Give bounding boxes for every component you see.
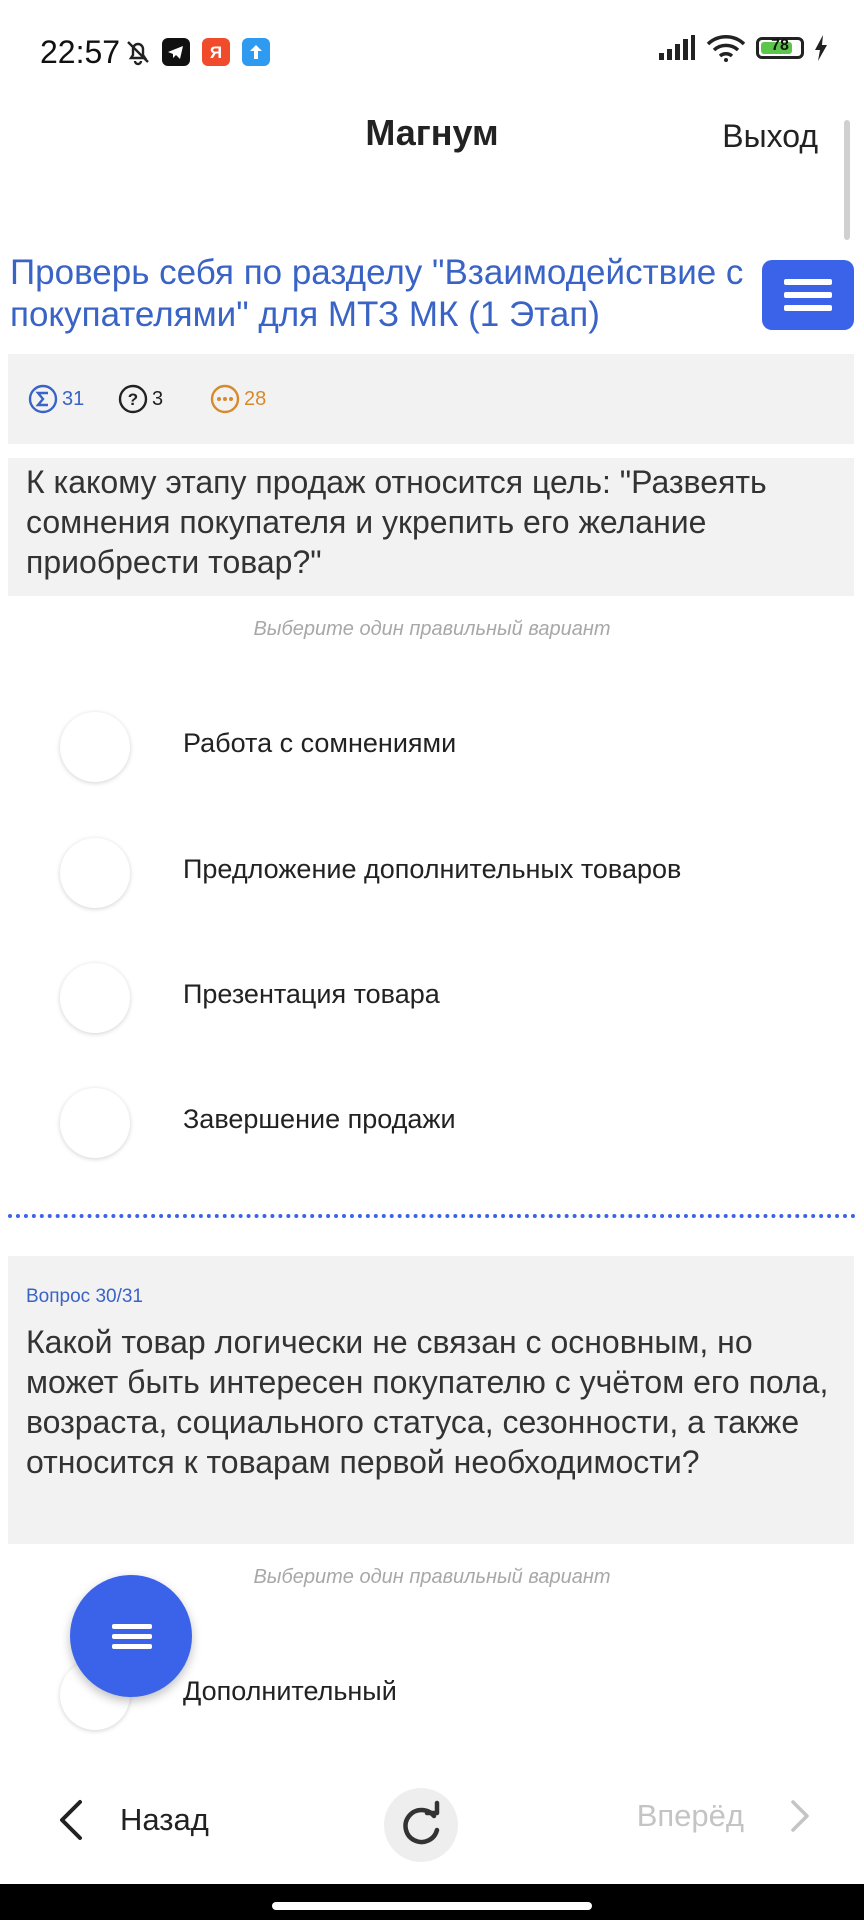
svg-text:Я: Я [210, 43, 222, 62]
radio-button[interactable] [60, 963, 130, 1033]
battery-level: 78 [771, 37, 789, 54]
signal-icon [659, 35, 695, 60]
bottom-navigation: Назад Вперёд [0, 1780, 864, 1870]
telegram-icon [162, 38, 190, 66]
chevron-left-icon [60, 1800, 82, 1840]
answer-option[interactable]: Завершение продажи [0, 1076, 864, 1166]
question-divider [8, 1214, 856, 1218]
question-text: Какой товар логически не связан с основн… [26, 1324, 829, 1480]
back-button[interactable]: Назад [56, 1798, 209, 1842]
list-icon-bar [112, 1634, 152, 1639]
hamburger-icon [784, 279, 832, 285]
yandex-icon: Я [202, 38, 230, 66]
answer-hint: Выберите один правильный вариант [253, 618, 611, 640]
option-label: Дополнительный [183, 1676, 397, 1706]
option-label: Предложение дополнительных товаров [183, 854, 682, 884]
question-circle-icon: ? [118, 384, 148, 414]
back-label: Назад [120, 1802, 209, 1837]
list-icon-bar [112, 1644, 152, 1649]
radio-button[interactable] [60, 1088, 130, 1158]
scrollbar-thumb[interactable] [844, 120, 850, 240]
question-number: Вопрос 30/31 [26, 1286, 143, 1307]
test-title: Проверь себя по разделу "Взаимодействие … [10, 253, 744, 334]
more-circle-icon [210, 384, 240, 414]
radio-button[interactable] [60, 712, 130, 782]
option-label: Завершение продажи [183, 1104, 456, 1134]
stat-remaining-value: 28 [244, 387, 267, 410]
bell-off-icon [127, 41, 149, 66]
stat-remaining: 28 [210, 384, 266, 414]
question-text: К какому этапу продаж относится цель: "Р… [26, 464, 767, 580]
list-icon [112, 1624, 152, 1629]
charging-icon [815, 35, 827, 61]
gesture-bar [0, 1884, 864, 1920]
answer-option[interactable]: Работа с сомнениями [0, 700, 864, 790]
chevron-right-icon [791, 1800, 809, 1832]
menu-button[interactable] [762, 260, 854, 330]
svg-text:?: ? [128, 390, 138, 409]
battery-icon: 78 [756, 37, 804, 59]
answer-option[interactable]: Презентация товара [0, 951, 864, 1041]
stats-panel: 31 ? 3 28 [8, 354, 854, 444]
hamburger-icon-bar [784, 305, 832, 311]
question-card: К какому этапу продаж относится цель: "Р… [8, 458, 854, 596]
forward-label: Вперёд [636, 1798, 744, 1833]
answer-option[interactable]: Предложение дополнительных товаров [0, 826, 864, 916]
refresh-icon [403, 1800, 440, 1845]
stat-answered-value: 3 [152, 387, 164, 410]
question-card: Вопрос 30/31 Какой товар логически не св… [8, 1256, 854, 1544]
option-label: Презентация товара [183, 979, 440, 1009]
home-indicator[interactable] [272, 1902, 592, 1910]
questions-menu-fab[interactable] [70, 1575, 192, 1697]
upload-icon [242, 38, 270, 66]
stat-answered: ? 3 [118, 384, 163, 414]
reload-button[interactable] [384, 1788, 458, 1862]
option-label: Работа с сомнениями [183, 728, 457, 758]
stat-total: 31 [28, 384, 84, 414]
stat-total-value: 31 [62, 387, 85, 410]
wifi-icon [706, 35, 746, 62]
status-right: 78 [658, 34, 828, 62]
sigma-icon [28, 384, 58, 414]
status-bar: 22:57 Я 78 [0, 0, 864, 104]
status-time: 22:57 [40, 34, 121, 70]
forward-button[interactable]: Вперёд [637, 1798, 812, 1834]
hamburger-icon-bar [784, 292, 832, 298]
radio-button[interactable] [60, 838, 130, 908]
exit-button[interactable]: Выход [722, 118, 818, 155]
